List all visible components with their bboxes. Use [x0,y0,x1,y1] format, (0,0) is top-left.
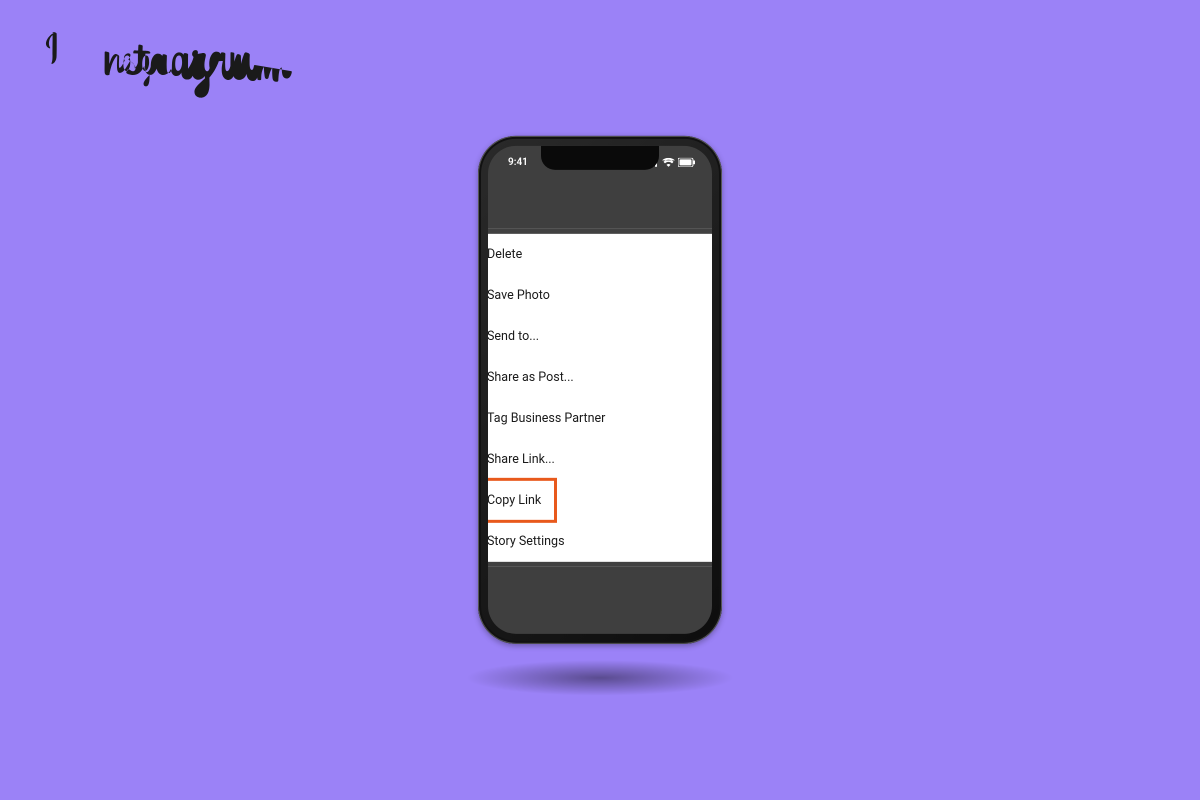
menu-item-tag-business-partner[interactable]: Tag Business Partner [488,398,712,439]
menu-item-share-as-post[interactable]: Share as Post... [488,357,712,398]
phone-container: 9:41 Delete [478,136,722,644]
battery-icon [678,157,696,166]
menu-item-label: Send to... [488,329,539,344]
menu-item-story-settings[interactable]: Story Settings [488,521,712,562]
menu-item-save-photo[interactable]: Save Photo [488,275,712,316]
menu-item-label: Tag Business Partner [488,411,605,426]
menu-item-copy-link[interactable]: Copy Link [488,480,712,521]
menu-item-label: Story Settings [488,534,565,549]
phone-notch [541,146,659,170]
menu-item-label: Save Photo [488,288,550,303]
instagram-logo [40,32,320,114]
phone-screen: 9:41 Delete [488,146,712,634]
phone-shadow [465,660,735,696]
status-time: 9:41 [502,156,528,167]
menu-item-delete[interactable]: Delete [488,234,712,275]
menu-item-label: Share as Post... [488,370,574,385]
menu-item-send-to[interactable]: Send to... [488,316,712,357]
wifi-icon [662,157,675,166]
context-menu: Delete Save Photo Send to... Share as Po… [488,229,712,567]
menu-item-label: Delete [488,247,522,262]
phone-frame: 9:41 Delete [478,136,722,644]
menu-item-label: Copy Link [488,493,541,508]
menu-item-share-link[interactable]: Share Link... [488,439,712,480]
menu-item-label: Share Link... [488,452,555,467]
